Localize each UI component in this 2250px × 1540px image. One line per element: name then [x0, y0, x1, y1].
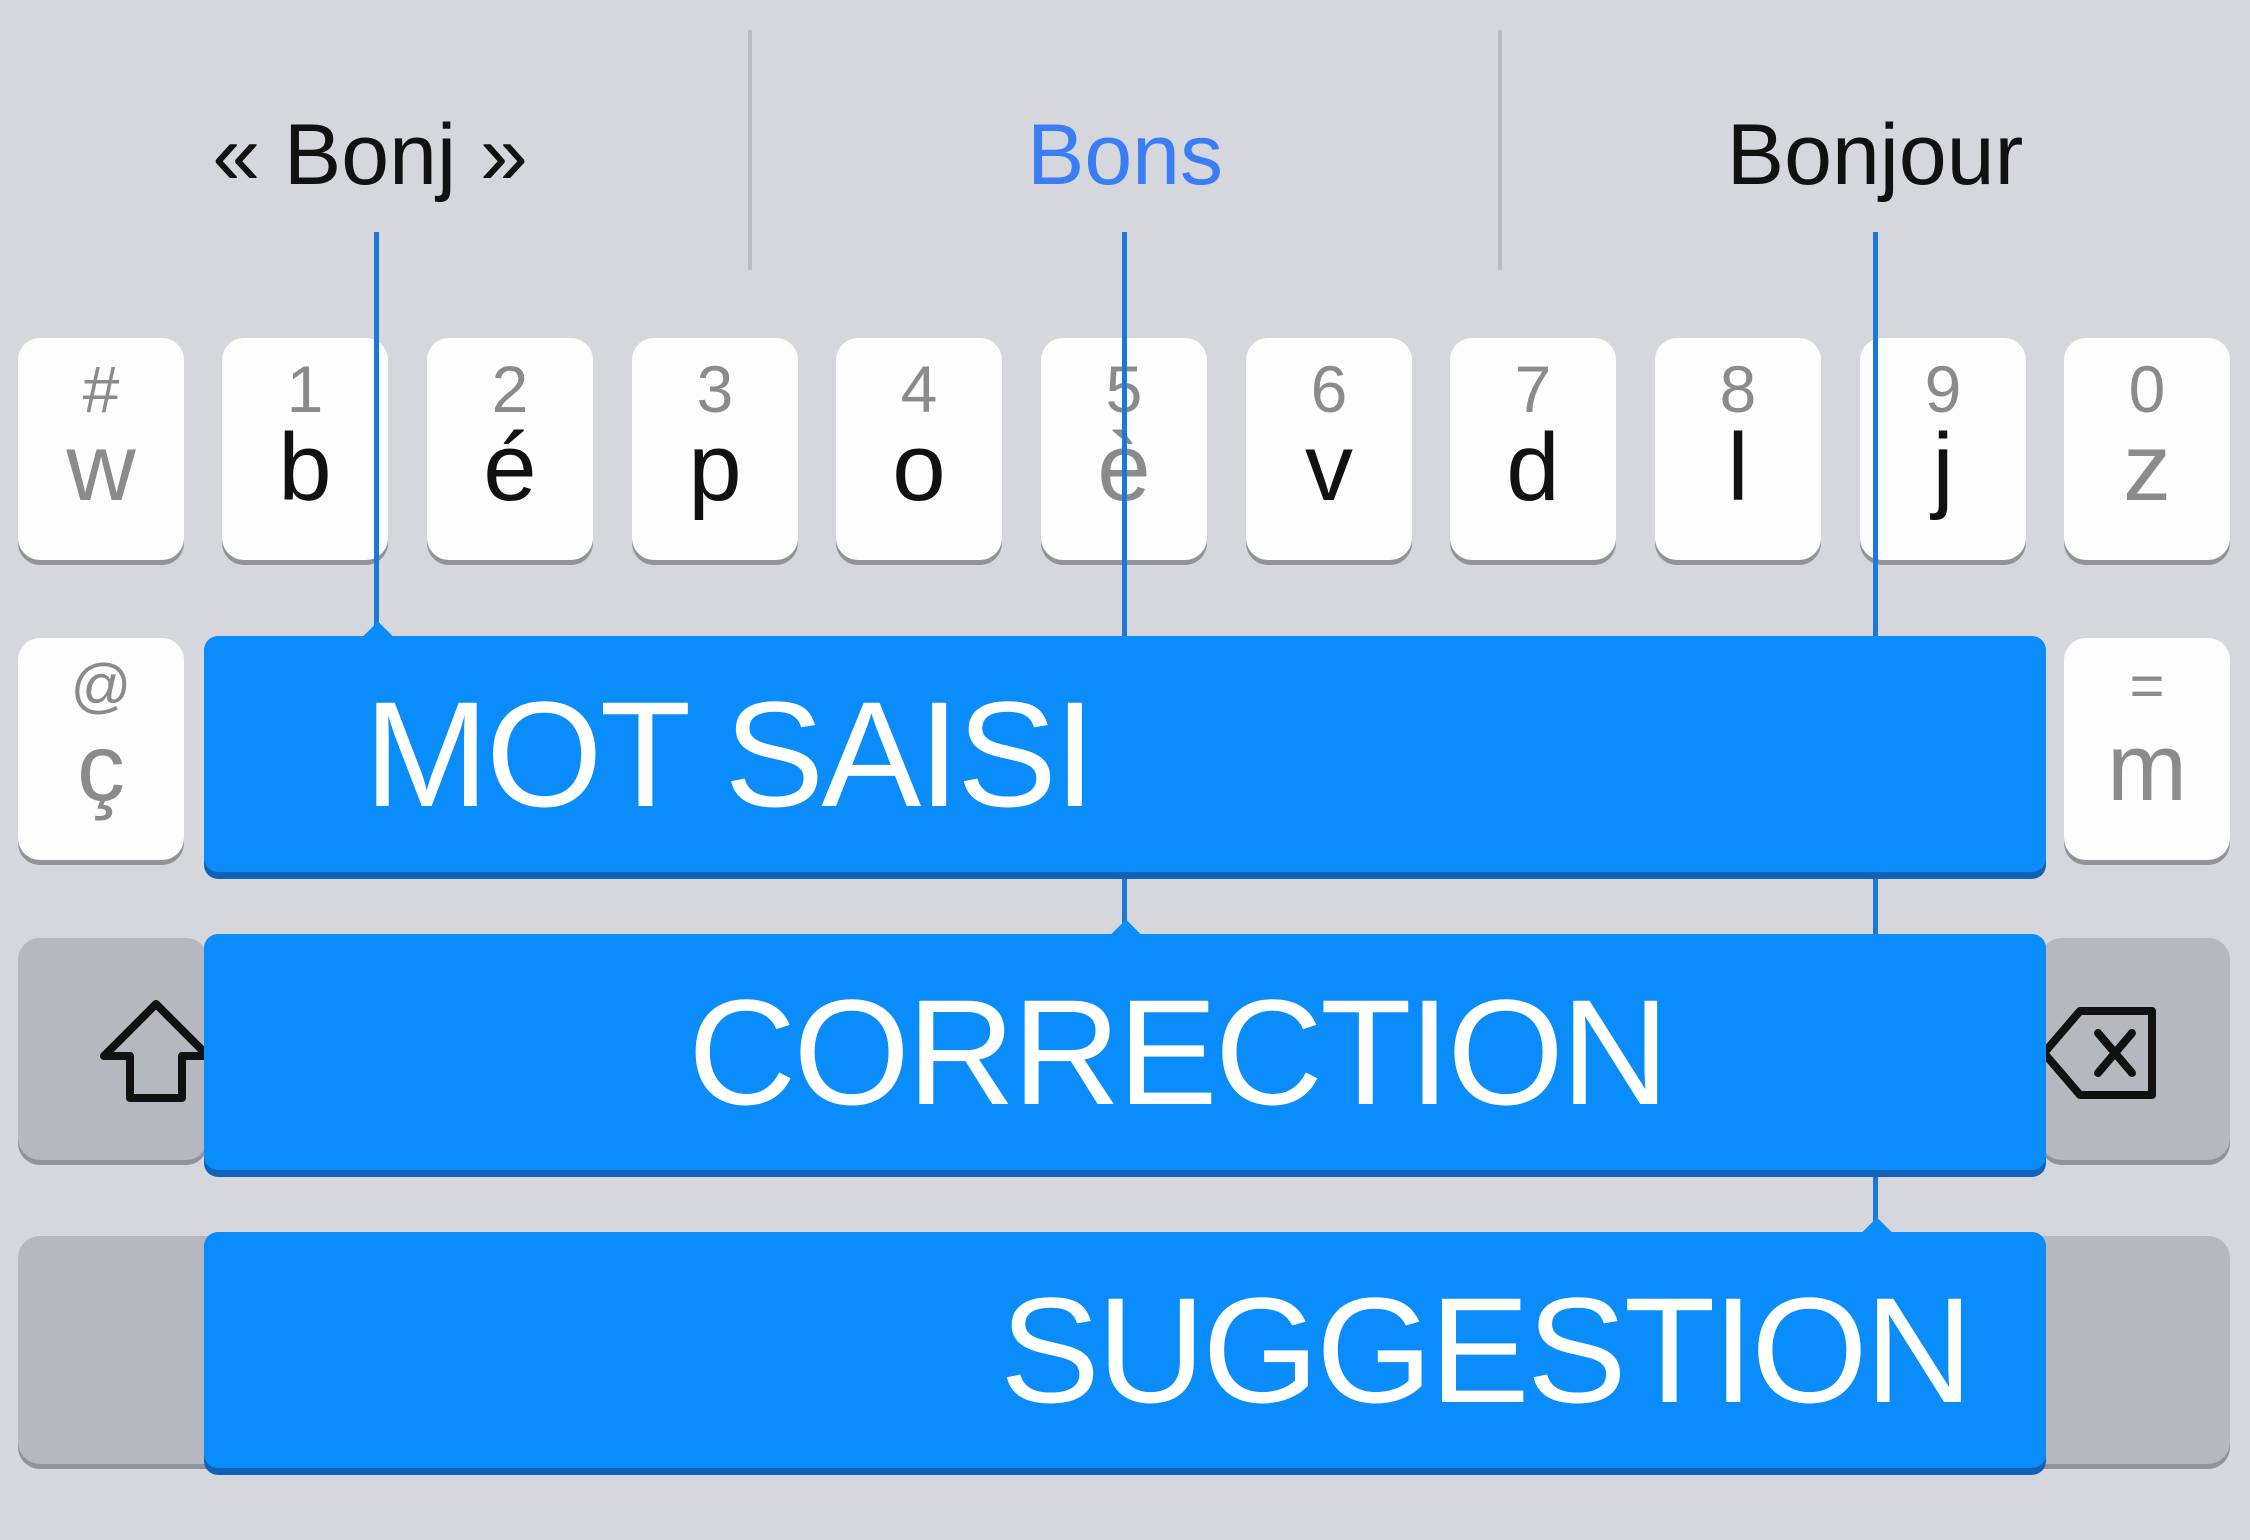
- key-v[interactable]: 6 v: [1246, 338, 1412, 560]
- key-main-label: v: [1305, 414, 1353, 521]
- key-z[interactable]: 0 z: [2064, 338, 2230, 560]
- key-alt-label: 7: [1514, 352, 1552, 426]
- backspace-icon: [2040, 1007, 2156, 1099]
- key-main-label: ç: [77, 714, 125, 821]
- key-main-label: é: [483, 414, 537, 521]
- key-o[interactable]: 4 o: [836, 338, 1002, 560]
- callout-suggestion: SUGGESTION: [204, 1217, 2046, 1468]
- key-e-acute[interactable]: 2 é: [427, 338, 593, 560]
- key-alt-label: 2: [491, 352, 529, 426]
- key-main-label: p: [688, 414, 742, 521]
- prediction-suggestion[interactable]: Bonjour: [1625, 100, 2125, 210]
- key-alt-label: 3: [696, 352, 734, 426]
- key-p[interactable]: 3 p: [632, 338, 798, 560]
- callout-typed-word: MOT SAISI: [204, 621, 2046, 872]
- key-w[interactable]: # w: [18, 338, 184, 560]
- prediction-correction[interactable]: Bons: [875, 100, 1375, 210]
- key-alt-label: 9: [1924, 352, 1962, 426]
- key-main-label: m: [2107, 714, 2187, 821]
- prediction-divider: [748, 30, 752, 270]
- key-alt-label: =: [2129, 652, 2165, 719]
- key-main-label: b: [278, 414, 332, 521]
- key-d[interactable]: 7 d: [1450, 338, 1616, 560]
- shift-key[interactable]: [18, 938, 212, 1160]
- callout-label: SUGGESTION: [1000, 1266, 1973, 1434]
- key-main-label: z: [2123, 414, 2171, 521]
- leader-line-typed: [374, 232, 379, 640]
- keyboard: « Bonj » Bons Bonjour # w 1 b 2 é 3 p 4 …: [0, 0, 2250, 1540]
- key-b[interactable]: 1 b: [222, 338, 388, 560]
- key-alt-label: 0: [2128, 352, 2166, 426]
- prediction-typed-word[interactable]: « Bonj »: [120, 100, 620, 210]
- key-j[interactable]: 9 j: [1860, 338, 2026, 560]
- key-alt-label: 1: [286, 352, 324, 426]
- key-c-cedilla[interactable]: @ ç: [18, 638, 184, 860]
- key-main-label: o: [892, 414, 946, 521]
- key-main-label: d: [1506, 414, 1560, 521]
- key-alt-label: 6: [1310, 352, 1348, 426]
- key-alt-label: #: [82, 352, 120, 426]
- key-main-label: w: [66, 414, 136, 521]
- callout-label: MOT SAISI: [364, 670, 1096, 838]
- backspace-key[interactable]: [2040, 938, 2230, 1160]
- key-alt-label: 8: [1719, 352, 1757, 426]
- callout-correction: CORRECTION: [204, 919, 2046, 1170]
- prediction-divider: [1498, 30, 1502, 270]
- callout-label: CORRECTION: [688, 968, 1669, 1136]
- key-main-label: j: [1932, 414, 1954, 521]
- key-m[interactable]: = m: [2064, 638, 2230, 860]
- shift-icon: [100, 1000, 212, 1102]
- key-l[interactable]: 8 l: [1655, 338, 1821, 560]
- key-alt-label: 4: [900, 352, 938, 426]
- key-main-label: l: [1727, 414, 1749, 521]
- key-alt-label: @: [70, 652, 132, 719]
